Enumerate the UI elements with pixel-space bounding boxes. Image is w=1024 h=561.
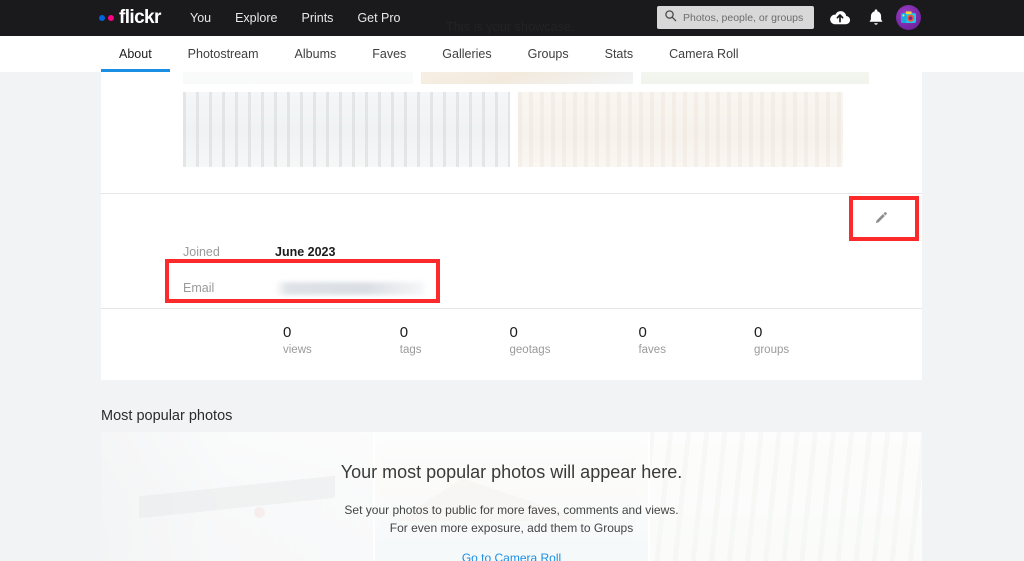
flickr-logo[interactable]: flickr bbox=[99, 8, 161, 27]
showcase-thumb[interactable] bbox=[518, 92, 843, 167]
profile-tab-bar: About Photostream Albums Faves Galleries… bbox=[0, 36, 1024, 72]
profile-row-email: Email bbox=[183, 270, 427, 306]
email-label: Email bbox=[183, 281, 215, 295]
empty-state-line-1: Set your photos to public for more faves… bbox=[344, 503, 679, 517]
most-popular-empty-state: Your most popular photos will appear her… bbox=[101, 432, 922, 561]
tab-faves[interactable]: Faves bbox=[354, 36, 424, 72]
tab-albums[interactable]: Albums bbox=[277, 36, 355, 72]
profile-detail-rows: Joined June 2023 Email bbox=[183, 234, 427, 306]
nav-prints[interactable]: Prints bbox=[301, 11, 333, 25]
search-box[interactable] bbox=[657, 6, 814, 29]
tab-about[interactable]: About bbox=[101, 36, 170, 72]
tab-photostream[interactable]: Photostream bbox=[170, 36, 277, 72]
showcase-thumb[interactable] bbox=[183, 92, 510, 167]
profile-tabs: About Photostream Albums Faves Galleries… bbox=[101, 36, 757, 72]
showcase-photo-grid bbox=[101, 72, 922, 193]
stat-views-label: views bbox=[283, 344, 312, 356]
upload-cloud-icon[interactable] bbox=[828, 6, 852, 35]
stat-groups-label: groups bbox=[753, 344, 790, 356]
stat-tags-count: 0 bbox=[399, 324, 409, 341]
showcase-thumb[interactable] bbox=[183, 72, 413, 84]
card-divider-top bbox=[101, 193, 922, 194]
go-to-camera-roll-link[interactable]: Go to Camera Roll bbox=[462, 551, 561, 561]
most-popular-photos-title: Most popular photos bbox=[101, 408, 233, 424]
empty-state-line-2: For even more exposure, add them to Grou… bbox=[389, 521, 634, 535]
stat-groups: 0 groups bbox=[754, 323, 789, 358]
logo-dots bbox=[99, 14, 114, 21]
tab-galleries[interactable]: Galleries bbox=[424, 36, 509, 72]
user-avatar[interactable] bbox=[896, 5, 921, 30]
tab-stats[interactable]: Stats bbox=[587, 36, 652, 72]
stat-geotags: 0 geotags bbox=[510, 323, 551, 358]
tab-groups[interactable]: Groups bbox=[510, 36, 587, 72]
stat-tags-label: tags bbox=[399, 344, 422, 356]
top-navigation-bar: This is your showcase. flickr You Explor… bbox=[0, 0, 1024, 36]
showcase-thumb[interactable] bbox=[641, 72, 869, 84]
stat-views-count: 0 bbox=[283, 324, 292, 341]
profile-stats: 0 views 0 tags 0 geotags 0 faves 0 group… bbox=[283, 323, 789, 358]
stat-groups-count: 0 bbox=[753, 324, 763, 341]
showcase-thumb[interactable] bbox=[421, 72, 633, 84]
email-value-redacted bbox=[275, 281, 427, 295]
stat-faves: 0 faves bbox=[638, 323, 666, 358]
logo-dot-blue-icon bbox=[99, 14, 105, 21]
joined-label: Joined bbox=[183, 245, 220, 259]
joined-value: June 2023 bbox=[275, 245, 336, 259]
tab-camera-roll[interactable]: Camera Roll bbox=[651, 36, 756, 72]
profile-info-card: Joined June 2023 Email 0 views 0 tags 0 … bbox=[101, 193, 922, 380]
logo-wordmark: flickr bbox=[119, 7, 161, 28]
empty-state-heading: Your most popular photos will appear her… bbox=[340, 462, 683, 482]
logo-dot-pink-icon bbox=[108, 14, 114, 21]
stat-geotags-label: geotags bbox=[509, 344, 551, 356]
stat-faves-label: faves bbox=[638, 344, 666, 356]
card-divider-middle bbox=[101, 308, 922, 309]
showcase-row-top bbox=[183, 72, 869, 84]
primary-nav: You Explore Prints Get Pro bbox=[190, 0, 401, 36]
stat-geotags-count: 0 bbox=[509, 324, 518, 341]
nav-get-pro[interactable]: Get Pro bbox=[357, 11, 400, 25]
empty-state-subtext: Set your photos to public for more faves… bbox=[344, 501, 678, 537]
stat-faves-count: 0 bbox=[638, 324, 647, 341]
pencil-edit-icon[interactable] bbox=[869, 207, 891, 229]
search-input[interactable] bbox=[683, 11, 808, 24]
stat-tags: 0 tags bbox=[400, 323, 422, 358]
stat-views: 0 views bbox=[283, 323, 312, 358]
profile-row-joined: Joined June 2023 bbox=[183, 234, 427, 270]
showcase-ghost-text: This is your showcase. bbox=[446, 20, 575, 34]
showcase-row-bottom bbox=[183, 92, 843, 167]
empty-state-overlay: Your most popular photos will appear her… bbox=[101, 432, 922, 561]
search-icon bbox=[664, 9, 677, 27]
nav-explore[interactable]: Explore bbox=[235, 11, 277, 25]
nav-you[interactable]: You bbox=[190, 11, 211, 25]
notifications-bell-icon[interactable] bbox=[864, 6, 888, 35]
